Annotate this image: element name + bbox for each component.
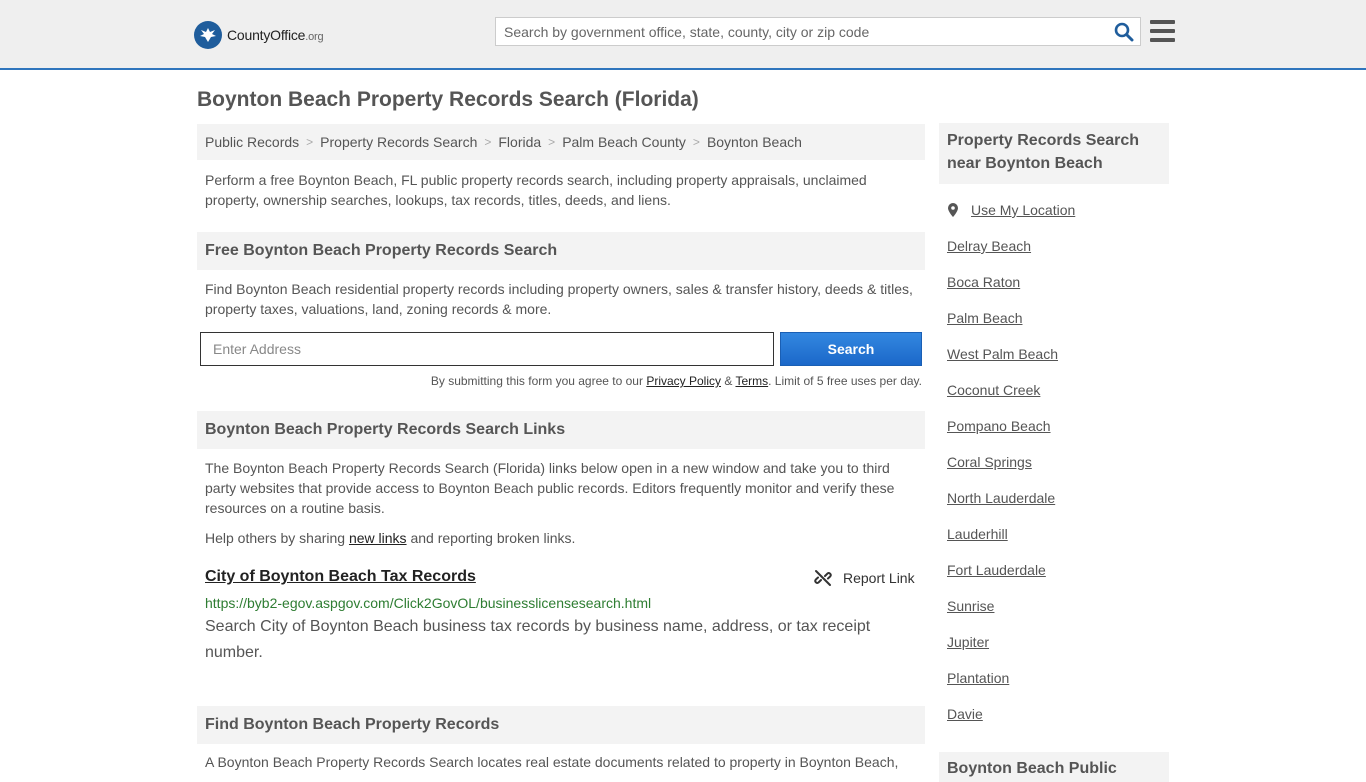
intro-text: Perform a free Boynton Beach, FL public … xyxy=(205,172,867,208)
free-search-heading: Free Boynton Beach Property Records Sear… xyxy=(197,232,925,270)
record-description: Search City of Boynton Beach business ta… xyxy=(205,618,871,661)
breadcrumb-florida[interactable]: Florida xyxy=(498,134,541,150)
city-link-west-palm-beach[interactable]: West Palm Beach xyxy=(947,344,1058,362)
chevron-right-icon: > xyxy=(484,135,492,149)
chevron-right-icon: > xyxy=(548,135,556,149)
site-search xyxy=(495,17,1141,46)
city-link-delray-beach[interactable]: Delray Beach xyxy=(947,236,1031,254)
sidebar-public-heading: Boynton Beach Public xyxy=(939,752,1169,782)
use-location-item[interactable]: Use My Location xyxy=(947,200,1075,236)
list-item[interactable]: North Lauderdale xyxy=(947,488,1075,524)
city-link-lauderhill[interactable]: Lauderhill xyxy=(947,524,1008,542)
site-search-input[interactable] xyxy=(496,18,1106,45)
breadcrumb-current: Boynton Beach xyxy=(706,134,802,150)
links-section-heading: Boynton Beach Property Records Search Li… xyxy=(197,411,925,449)
city-link-plantation[interactable]: Plantation xyxy=(947,668,1009,686)
share-links-text: Help others by sharing new links and rep… xyxy=(205,530,576,546)
map-pin-icon xyxy=(948,203,958,217)
list-item[interactable]: Lauderhill xyxy=(947,524,1075,560)
city-link-palm-beach[interactable]: Palm Beach xyxy=(947,308,1022,326)
city-link-north-lauderdale[interactable]: North Lauderdale xyxy=(947,488,1055,506)
city-link-coral-springs[interactable]: Coral Springs xyxy=(947,452,1032,470)
list-item[interactable]: Fort Lauderdale xyxy=(947,560,1075,596)
city-link-fort-lauderdale[interactable]: Fort Lauderdale xyxy=(947,560,1046,578)
sidebar-heading: Property Records Search near Boynton Bea… xyxy=(939,123,1169,184)
city-link-boca-raton[interactable]: Boca Raton xyxy=(947,272,1020,290)
report-link-label: Report Link xyxy=(843,570,915,586)
links-section-description: The Boynton Beach Property Records Searc… xyxy=(205,460,895,516)
chevron-right-icon: > xyxy=(306,135,314,149)
city-link-sunrise[interactable]: Sunrise xyxy=(947,596,994,614)
free-search-description: Find Boynton Beach residential property … xyxy=(205,281,913,317)
list-item[interactable]: Coral Springs xyxy=(947,452,1075,488)
list-item[interactable]: Palm Beach xyxy=(947,308,1075,344)
city-link-davie[interactable]: Davie xyxy=(947,704,983,722)
address-search-button[interactable]: Search xyxy=(780,332,922,366)
city-link-pompano-beach[interactable]: Pompano Beach xyxy=(947,416,1051,434)
terms-link[interactable]: Terms xyxy=(735,374,768,388)
list-item[interactable]: Delray Beach xyxy=(947,236,1075,272)
list-item[interactable]: Davie xyxy=(947,704,1075,740)
list-item[interactable]: Sunrise xyxy=(947,596,1075,632)
top-bar: CountyOffice.org xyxy=(0,0,1366,70)
page-title: Boynton Beach Property Records Search (F… xyxy=(197,88,699,111)
nearby-cities-list: Use My Location Delray Beach Boca Raton … xyxy=(947,200,1075,740)
list-item[interactable]: West Palm Beach xyxy=(947,344,1075,380)
list-item[interactable]: Plantation xyxy=(947,668,1075,704)
search-icon[interactable] xyxy=(1114,22,1134,42)
list-item[interactable]: Boca Raton xyxy=(947,272,1075,308)
new-links-link[interactable]: new links xyxy=(349,530,407,546)
list-item[interactable]: Coconut Creek xyxy=(947,380,1075,416)
city-link-coconut-creek[interactable]: Coconut Creek xyxy=(947,380,1040,398)
privacy-policy-link[interactable]: Privacy Policy xyxy=(646,374,721,388)
hamburger-menu-icon[interactable] xyxy=(1150,20,1175,42)
chevron-right-icon: > xyxy=(692,135,700,149)
eagle-seal-icon xyxy=(194,21,222,49)
broken-link-icon xyxy=(814,570,832,586)
breadcrumb: Public Records > Property Records Search… xyxy=(197,124,925,160)
record-title-link[interactable]: City of Boynton Beach Tax Records xyxy=(205,568,476,586)
logo-text: CountyOffice.org xyxy=(227,27,324,43)
report-link-button[interactable]: Report Link xyxy=(814,569,915,587)
terms-notice: By submitting this form you agree to our… xyxy=(430,374,922,388)
breadcrumb-property-records-search[interactable]: Property Records Search xyxy=(320,134,477,150)
breadcrumb-palm-beach-county[interactable]: Palm Beach County xyxy=(562,134,686,150)
site-logo[interactable]: CountyOffice.org xyxy=(194,20,324,50)
record-url: https://byb2-egov.aspgov.com/Click2GovOL… xyxy=(205,595,652,611)
find-records-description: A Boynton Beach Property Records Search … xyxy=(205,754,899,770)
list-item[interactable]: Pompano Beach xyxy=(947,416,1075,452)
breadcrumb-public-records[interactable]: Public Records xyxy=(205,134,299,150)
city-link-jupiter[interactable]: Jupiter xyxy=(947,632,989,650)
list-item[interactable]: Jupiter xyxy=(947,632,1075,668)
use-my-location-link[interactable]: Use My Location xyxy=(971,200,1075,218)
find-records-heading: Find Boynton Beach Property Records xyxy=(197,706,925,744)
address-input[interactable] xyxy=(200,332,774,366)
